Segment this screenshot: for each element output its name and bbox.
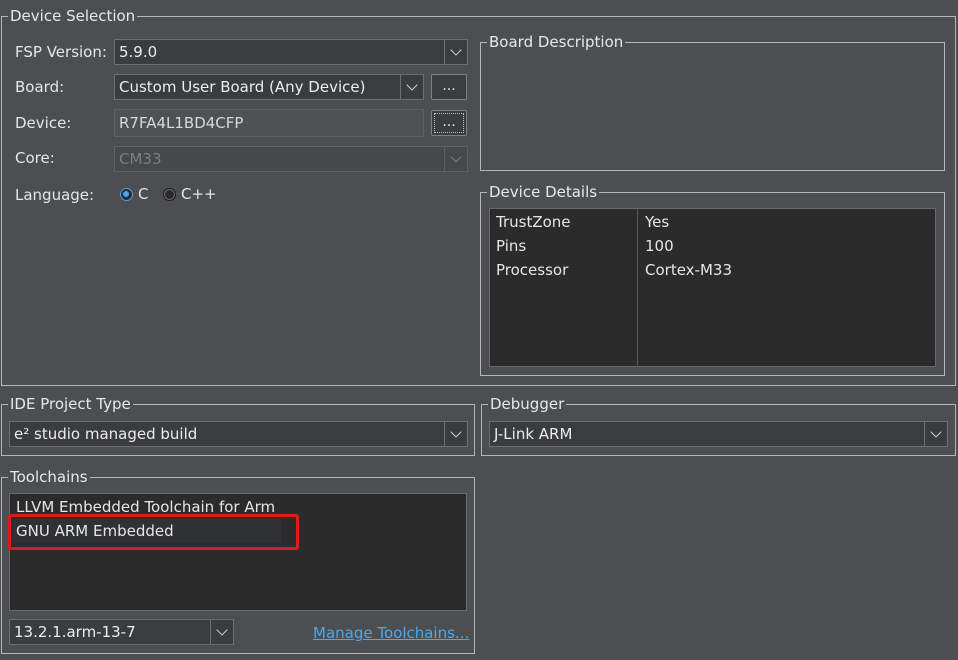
language-radio-cpp[interactable]: C++ — [163, 184, 217, 204]
language-radio-c[interactable]: C — [120, 184, 148, 204]
manage-toolchains-link[interactable]: Manage Toolchains... — [313, 623, 469, 643]
debugger-select[interactable]: J-Link ARM — [489, 421, 948, 447]
board-label: Board: — [15, 78, 65, 96]
chevron-down-icon — [930, 426, 942, 438]
ide-project-type-legend: IDE Project Type — [8, 394, 133, 414]
board-description-group: Board Description — [480, 32, 945, 171]
board-dropdown-arrow[interactable] — [400, 75, 423, 99]
ide-project-type-value: e² studio managed build — [14, 425, 198, 443]
board-description-legend: Board Description — [487, 32, 626, 52]
toolchain-version-value: 13.2.1.arm-13-7 — [14, 623, 136, 641]
fsp-version-label: FSP Version: — [15, 43, 107, 61]
core-dropdown-arrow — [444, 147, 467, 171]
radio-unchecked-icon[interactable] — [163, 187, 176, 201]
chevron-down-icon — [450, 426, 462, 438]
fsp-version-value: 5.9.0 — [119, 43, 158, 61]
table-row: Pins 100 — [490, 234, 935, 258]
fsp-version-dropdown-arrow[interactable] — [444, 40, 467, 64]
board-value: Custom User Board (Any Device) — [119, 78, 366, 96]
radio-checked-icon[interactable] — [120, 187, 133, 201]
chevron-down-icon — [450, 151, 462, 163]
device-details-table: TrustZone Yes Pins 100 Processor Cortex-… — [489, 208, 936, 367]
detail-value: Yes — [645, 213, 670, 231]
board-select[interactable]: Custom User Board (Any Device) — [114, 74, 424, 100]
language-radio-c-label: C — [138, 185, 149, 203]
toolchains-list[interactable]: LLVM Embedded Toolchain for Arm GNU ARM … — [9, 493, 467, 611]
highlight-box — [8, 514, 299, 550]
core-label: Core: — [15, 149, 55, 167]
detail-key: TrustZone — [496, 213, 571, 231]
language-label: Language: — [15, 186, 95, 204]
debugger-dropdown-arrow[interactable] — [924, 422, 947, 446]
fsp-version-select[interactable]: 5.9.0 — [114, 39, 468, 65]
toolchains-legend: Toolchains — [8, 467, 90, 487]
table-row: Processor Cortex-M33 — [490, 258, 935, 282]
device-details-legend: Device Details — [487, 182, 600, 202]
chevron-down-icon — [216, 624, 228, 636]
device-field[interactable]: R7FA4L1BD4CFP — [114, 109, 424, 137]
detail-key: Processor — [496, 261, 569, 279]
board-browse-button[interactable]: ... — [431, 74, 467, 100]
toolchain-version-select[interactable]: 13.2.1.arm-13-7 — [9, 619, 234, 645]
ide-project-type-dropdown-arrow[interactable] — [444, 422, 467, 446]
core-value: CM33 — [119, 150, 162, 168]
core-select[interactable]: CM33 — [114, 146, 468, 172]
ide-project-type-select[interactable]: e² studio managed build — [9, 421, 468, 447]
detail-key: Pins — [496, 237, 527, 255]
toolchain-version-dropdown-arrow[interactable] — [210, 620, 233, 644]
debugger-legend: Debugger — [488, 394, 567, 414]
device-label: Device: — [15, 114, 72, 132]
chevron-down-icon — [450, 44, 462, 56]
language-radio-cpp-label: C++ — [181, 185, 217, 203]
table-row: TrustZone Yes — [490, 210, 935, 234]
detail-value: Cortex-M33 — [645, 261, 732, 279]
device-selection-legend: Device Selection — [8, 6, 138, 26]
debugger-value: J-Link ARM — [494, 425, 573, 443]
chevron-down-icon — [406, 79, 418, 91]
device-browse-button[interactable]: ... — [431, 110, 467, 136]
detail-value: 100 — [645, 237, 674, 255]
